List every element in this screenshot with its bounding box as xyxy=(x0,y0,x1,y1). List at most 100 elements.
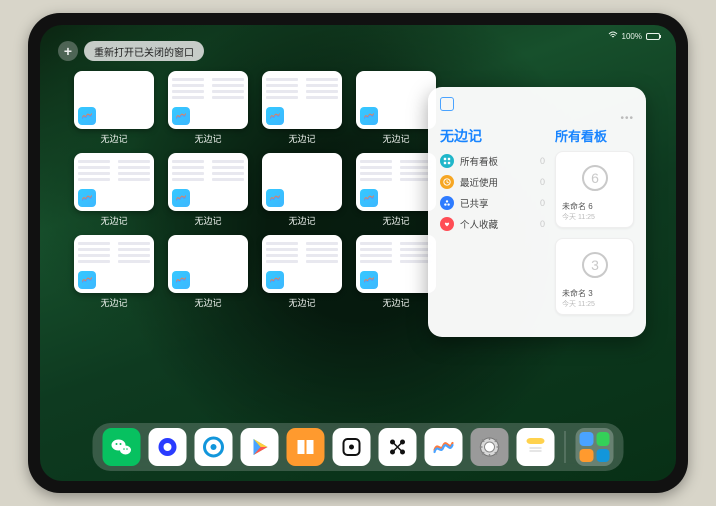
window-thumbnail[interactable]: 无边记 xyxy=(356,71,436,145)
window-preview xyxy=(356,235,436,293)
sidebar-item[interactable]: 所有看板 0 xyxy=(440,154,545,168)
board-subtitle: 今天 11:25 xyxy=(562,299,627,309)
heart-icon xyxy=(440,217,454,231)
panel-right-column: 所有看板 6 未命名 6 今天 11:25 3 未命名 3 今天 11:25 xyxy=(555,124,634,325)
panel-app-icon xyxy=(440,97,454,111)
window-switcher-grid: 无边记 无边记 无边记 无边记 无边记 无边记 无边记 无边记 xyxy=(74,71,434,309)
window-label: 无边记 xyxy=(382,214,409,227)
freeform-app-icon xyxy=(266,189,284,207)
window-label: 无边记 xyxy=(288,132,315,145)
window-label: 无边记 xyxy=(382,132,409,145)
screen: 100% + 重新打开已关闭的窗口 无边记 无边记 无边记 无边记 无边记 xyxy=(40,25,676,481)
board-sketch: 6 xyxy=(562,157,627,199)
freeform-app-icon xyxy=(266,107,284,125)
freeform-sidebar-panel: ••• 无边记 所有看板 0 最近使用 0 已共享 0 个人收藏 0 所有看板 xyxy=(428,87,646,337)
board-card[interactable]: 3 未命名 3 今天 11:25 xyxy=(555,238,634,315)
window-preview xyxy=(262,153,342,211)
svg-text:6: 6 xyxy=(591,170,599,186)
dock-app-notes[interactable] xyxy=(517,428,555,466)
share-icon xyxy=(440,196,454,210)
app-library-button[interactable] xyxy=(576,428,614,466)
window-thumbnail[interactable]: 无边记 xyxy=(262,235,342,309)
reopen-row: + 重新打开已关闭的窗口 xyxy=(58,41,204,61)
sidebar-item[interactable]: 个人收藏 0 xyxy=(440,217,545,231)
window-preview xyxy=(168,235,248,293)
board-sketch: 3 xyxy=(562,244,627,286)
freeform-app-icon xyxy=(266,271,284,289)
sidebar-item-label: 已共享 xyxy=(460,196,489,210)
window-thumbnail[interactable]: 无边记 xyxy=(356,153,436,227)
window-preview xyxy=(262,235,342,293)
window-label: 无边记 xyxy=(382,296,409,309)
ipad-frame: 100% + 重新打开已关闭的窗口 无边记 无边记 无边记 无边记 无边记 xyxy=(28,13,688,493)
window-thumbnail[interactable]: 无边记 xyxy=(74,153,154,227)
window-label: 无边记 xyxy=(100,214,127,227)
window-thumbnail[interactable]: 无边记 xyxy=(168,71,248,145)
sidebar-item[interactable]: 已共享 0 xyxy=(440,196,545,210)
dock-app-books[interactable] xyxy=(287,428,325,466)
window-preview xyxy=(168,153,248,211)
panel-left-column: 无边记 所有看板 0 最近使用 0 已共享 0 个人收藏 0 xyxy=(440,124,545,325)
sidebar-item-count: 0 xyxy=(540,156,545,166)
board-title: 未命名 3 xyxy=(562,288,627,299)
window-label: 无边记 xyxy=(100,296,127,309)
window-thumbnail[interactable]: 无边记 xyxy=(356,235,436,309)
svg-text:3: 3 xyxy=(591,257,599,273)
dock xyxy=(93,423,624,471)
panel-left-title: 无边记 xyxy=(440,126,545,146)
window-thumbnail[interactable]: 无边记 xyxy=(168,235,248,309)
window-thumbnail[interactable]: 无边记 xyxy=(262,153,342,227)
dock-app-play[interactable] xyxy=(241,428,279,466)
window-label: 无边记 xyxy=(288,296,315,309)
sidebar-item-count: 0 xyxy=(540,219,545,229)
freeform-app-icon xyxy=(360,107,378,125)
battery-icon xyxy=(646,33,660,40)
window-label: 无边记 xyxy=(194,214,221,227)
sidebar-item[interactable]: 最近使用 0 xyxy=(440,175,545,189)
dock-app-dice[interactable] xyxy=(333,428,371,466)
board-card[interactable]: 6 未命名 6 今天 11:25 xyxy=(555,151,634,228)
sidebar-item-label: 所有看板 xyxy=(460,154,498,168)
board-subtitle: 今天 11:25 xyxy=(562,212,627,222)
window-preview xyxy=(74,153,154,211)
window-preview xyxy=(262,71,342,129)
grid-icon xyxy=(440,154,454,168)
dock-app-qqbrowser[interactable] xyxy=(195,428,233,466)
window-preview xyxy=(74,71,154,129)
freeform-app-icon xyxy=(172,189,190,207)
window-preview xyxy=(74,235,154,293)
window-label: 无边记 xyxy=(100,132,127,145)
window-label: 无边记 xyxy=(194,132,221,145)
dock-app-quark[interactable] xyxy=(149,428,187,466)
window-preview xyxy=(168,71,248,129)
window-thumbnail[interactable]: 无边记 xyxy=(262,71,342,145)
freeform-app-icon xyxy=(78,107,96,125)
window-thumbnail[interactable]: 无边记 xyxy=(74,71,154,145)
panel-right-title: 所有看板 xyxy=(555,126,634,145)
panel-drag-handle-icon[interactable]: ••• xyxy=(620,113,634,124)
dock-app-nodes[interactable] xyxy=(379,428,417,466)
freeform-app-icon xyxy=(360,189,378,207)
freeform-app-icon xyxy=(78,189,96,207)
window-thumbnail[interactable]: 无边记 xyxy=(74,235,154,309)
window-thumbnail[interactable]: 无边记 xyxy=(168,153,248,227)
sidebar-item-count: 0 xyxy=(540,198,545,208)
dock-app-freeform[interactable] xyxy=(425,428,463,466)
window-preview xyxy=(356,153,436,211)
window-label: 无边记 xyxy=(288,214,315,227)
dock-app-settings[interactable] xyxy=(471,428,509,466)
battery-pct: 100% xyxy=(622,32,642,41)
sidebar-item-count: 0 xyxy=(540,177,545,187)
sidebar-item-label: 个人收藏 xyxy=(460,217,498,231)
window-label: 无边记 xyxy=(194,296,221,309)
window-preview xyxy=(356,71,436,129)
wifi-icon xyxy=(608,31,618,41)
dock-app-wechat[interactable] xyxy=(103,428,141,466)
freeform-app-icon xyxy=(172,107,190,125)
reopen-closed-windows-button[interactable]: 重新打开已关闭的窗口 xyxy=(84,41,204,61)
freeform-app-icon xyxy=(360,271,378,289)
dock-separator xyxy=(565,431,566,463)
freeform-app-icon xyxy=(172,271,190,289)
new-window-button[interactable]: + xyxy=(58,41,78,61)
sidebar-item-label: 最近使用 xyxy=(460,175,498,189)
